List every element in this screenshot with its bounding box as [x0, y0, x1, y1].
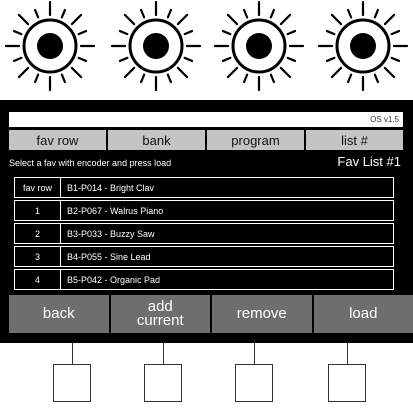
soft-key-labels: back add current remove load: [9, 295, 413, 333]
knob-tick: [226, 13, 239, 26]
knob-tick: [183, 56, 194, 63]
fav-list: fav row B1-P014 - Bright Clav 1 B2-P067 …: [14, 177, 394, 290]
knob-tick: [60, 73, 67, 84]
preset-name: B5-P042 - Organic Pad: [67, 274, 161, 285]
knob-icon: [213, 0, 305, 92]
load-button[interactable]: load: [313, 295, 413, 333]
knob-tick: [325, 29, 336, 36]
encoder-knob-3[interactable]: [213, 0, 305, 92]
encoder-labels: fav row bank program list #: [9, 130, 403, 150]
tab-fav-row[interactable]: fav row: [9, 130, 106, 150]
fav-row-number: 4: [15, 270, 61, 289]
knob-tick: [118, 29, 129, 36]
hardware-button-3[interactable]: [235, 364, 273, 402]
knob-tick: [346, 8, 353, 19]
knob-tick: [123, 13, 136, 26]
knob-tick: [118, 56, 129, 63]
knob-tick: [242, 73, 249, 84]
encoder-knob-2[interactable]: [110, 0, 202, 92]
knob-tick: [183, 29, 194, 36]
fav-row-number: 2: [15, 224, 61, 243]
knob-tick: [123, 66, 136, 79]
knob-tick: [286, 29, 297, 36]
knob-tick: [139, 73, 146, 84]
knob-tick: [221, 56, 232, 63]
knob-tick: [12, 29, 23, 36]
knob-tick: [33, 73, 40, 84]
tab-program[interactable]: program: [207, 130, 304, 150]
add-current-button[interactable]: add current: [110, 295, 210, 333]
knob-tick: [70, 66, 83, 79]
tab-list-number[interactable]: list #: [306, 130, 403, 150]
knob-tick: [221, 29, 232, 36]
knob-tick: [325, 56, 336, 63]
encoder-knob-4[interactable]: [317, 0, 409, 92]
knob-icon: [317, 0, 409, 92]
hardware-button-4[interactable]: [328, 364, 366, 402]
knob-tick: [286, 56, 297, 63]
instruction-text: Select a fav with encoder and press load: [9, 158, 172, 168]
knob-tick: [390, 56, 401, 63]
preset-name: B4-P055 - Sine Lead: [67, 251, 151, 262]
preset-name: B2-P067 - Walrus Piano: [67, 205, 164, 216]
knob-tick: [166, 8, 173, 19]
knob-tick: [330, 66, 343, 79]
knob-tick: [373, 8, 380, 19]
tab-bank[interactable]: bank: [108, 130, 205, 150]
back-button[interactable]: back: [9, 295, 109, 333]
os-version: OS v1.5: [370, 115, 399, 124]
hardware-button-2[interactable]: [144, 364, 182, 402]
knob-tick: [226, 66, 239, 79]
knob-tick: [139, 8, 146, 19]
connector-line: [163, 343, 164, 364]
knob-tick: [166, 73, 173, 84]
fav-list-title: Fav List #1: [337, 154, 401, 169]
knob-tick: [279, 13, 292, 26]
remove-button[interactable]: remove: [212, 295, 312, 333]
knob-tick: [176, 13, 189, 26]
connector-line: [347, 343, 348, 364]
status-bar: OS v1.5: [9, 112, 403, 127]
list-item[interactable]: 4 B5-P042 - Organic Pad: [14, 269, 394, 290]
knob-tick: [17, 66, 30, 79]
knob-tick: [70, 13, 83, 26]
knob-tick: [176, 66, 189, 79]
knob-tick: [269, 73, 276, 84]
list-item[interactable]: 1 B2-P067 - Walrus Piano: [14, 200, 394, 221]
knob-tick: [390, 29, 401, 36]
knob-tick: [77, 56, 88, 63]
knob-tick: [383, 13, 396, 26]
knob-tick: [346, 73, 353, 84]
list-header-row[interactable]: fav row B1-P014 - Bright Clav: [14, 177, 394, 198]
knob-tick: [17, 13, 30, 26]
knob-icon: [110, 0, 202, 92]
knob-tick: [12, 56, 23, 63]
knob-tick: [60, 8, 67, 19]
knob-tick: [242, 8, 249, 19]
knob-tick: [269, 8, 276, 19]
knob-tick: [330, 13, 343, 26]
connector-line: [254, 343, 255, 364]
preset-name: B3-P033 - Buzzy Saw: [67, 228, 155, 239]
knob-tick: [373, 73, 380, 84]
preset-name: B1-P014 - Bright Clav: [67, 182, 155, 193]
connector-line: [72, 343, 73, 364]
display-screen: OS v1.5 fav row bank program list # Sele…: [0, 100, 413, 343]
hardware-button-1[interactable]: [53, 364, 91, 402]
encoder-knob-1[interactable]: [4, 0, 96, 92]
knob-tick: [383, 66, 396, 79]
fav-row-label: fav row: [15, 178, 61, 197]
knob-tick: [77, 29, 88, 36]
fav-row-number: 1: [15, 201, 61, 220]
list-item[interactable]: 3 B4-P055 - Sine Lead: [14, 246, 394, 267]
fav-row-number: 3: [15, 247, 61, 266]
list-item[interactable]: 2 B3-P033 - Buzzy Saw: [14, 223, 394, 244]
knob-tick: [33, 8, 40, 19]
knob-tick: [279, 66, 292, 79]
knob-icon: [4, 0, 96, 92]
